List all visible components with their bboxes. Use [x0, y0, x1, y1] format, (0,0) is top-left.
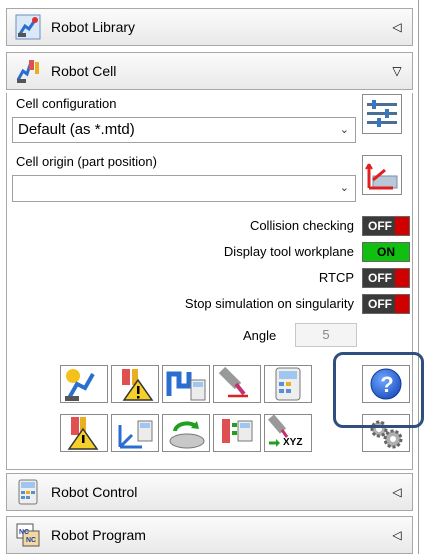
robot-program-header[interactable]: NC NC Robot Program ◁ [6, 516, 413, 554]
display-tool-workplane-toggle[interactable]: ON [362, 242, 410, 262]
robot-library-icon [15, 14, 41, 40]
calculator-icon [15, 479, 41, 505]
rotate-table-button[interactable] [162, 414, 210, 452]
xyz-text: XYZ [283, 437, 303, 448]
tool-list-icon [222, 419, 253, 443]
sliders-icon [367, 100, 397, 127]
robot-control-title: Robot Control [51, 484, 138, 500]
workplane-calculator-icon [166, 371, 206, 401]
display-tool-workplane-label: Display tool workplane [223, 244, 354, 259]
toggle-state: ON [377, 245, 395, 259]
collapse-arrow-icon[interactable]: ◁ [382, 485, 412, 499]
robot-reach-icon [65, 369, 95, 401]
axis-calculator-icon [118, 420, 153, 449]
chevron-down-icon: ⌄ [339, 182, 349, 194]
robot-reach-button[interactable] [60, 365, 108, 403]
toggle-state: OFF [368, 219, 392, 233]
pendant-icon [275, 367, 301, 401]
collapse-arrow-icon[interactable]: ◁ [382, 528, 412, 542]
robot-library-title: Robot Library [51, 19, 136, 35]
robot-cell-icon [15, 58, 41, 84]
toggle-state: OFF [368, 271, 392, 285]
rtcp-label: RTCP [318, 270, 354, 285]
chevron-down-icon: ⌄ [339, 124, 349, 136]
toggle-state: OFF [368, 297, 392, 311]
svg-text:NC: NC [19, 529, 29, 536]
tool-alert-icon [67, 417, 99, 450]
robot-program-title: Robot Program [51, 527, 146, 543]
robot-cell-header[interactable]: Robot Cell ▽ [6, 52, 413, 90]
cell-origin-select[interactable]: ⌄ [12, 175, 356, 202]
robot-cell-title: Robot Cell [51, 63, 117, 79]
cell-origin-button[interactable] [362, 155, 402, 195]
svg-text:NC: NC [26, 537, 36, 544]
robot-library-header[interactable]: Robot Library ◁ [6, 8, 413, 46]
rtcp-toggle[interactable]: OFF [362, 268, 410, 288]
tool-path-button[interactable] [213, 365, 261, 403]
stop-on-singularity-toggle[interactable]: OFF [362, 294, 410, 314]
robot-control-header[interactable]: Robot Control ◁ [6, 473, 413, 511]
tool-warning-button[interactable] [111, 365, 159, 403]
angle-label: Angle [243, 328, 277, 343]
workplane-calculator-button[interactable] [162, 365, 210, 403]
part-origin-icon [365, 163, 398, 190]
tool-warning-icon [122, 369, 154, 401]
highlight-box [333, 352, 424, 428]
tool-list-button[interactable] [213, 414, 261, 452]
tool-alert-button[interactable] [60, 414, 108, 452]
axis-calculator-button[interactable] [111, 414, 159, 452]
move-to-xyz-button[interactable]: XYZ [264, 414, 312, 452]
stop-on-singularity-label: Stop simulation on singularity [184, 296, 354, 311]
collision-checking-toggle[interactable]: OFF [362, 216, 410, 236]
nc-program-icon: NC NC [15, 522, 41, 548]
cell-configuration-label: Cell configuration [16, 96, 117, 111]
pendant-button[interactable] [264, 365, 312, 403]
angle-input[interactable]: 5 [295, 323, 357, 347]
cell-configuration-select[interactable]: Default (as *.mtd) ⌄ [12, 117, 356, 143]
collapse-arrow-icon[interactable]: ◁ [382, 20, 412, 34]
cell-configuration-button[interactable] [362, 94, 402, 134]
collision-checking-label: Collision checking [249, 218, 354, 233]
cell-configuration-value: Default (as *.mtd) [18, 121, 135, 138]
cell-origin-label: Cell origin (part position) [16, 154, 157, 169]
expand-arrow-icon[interactable]: ▽ [382, 64, 412, 78]
rotate-table-icon [169, 421, 205, 449]
tool-path-icon [218, 366, 248, 398]
